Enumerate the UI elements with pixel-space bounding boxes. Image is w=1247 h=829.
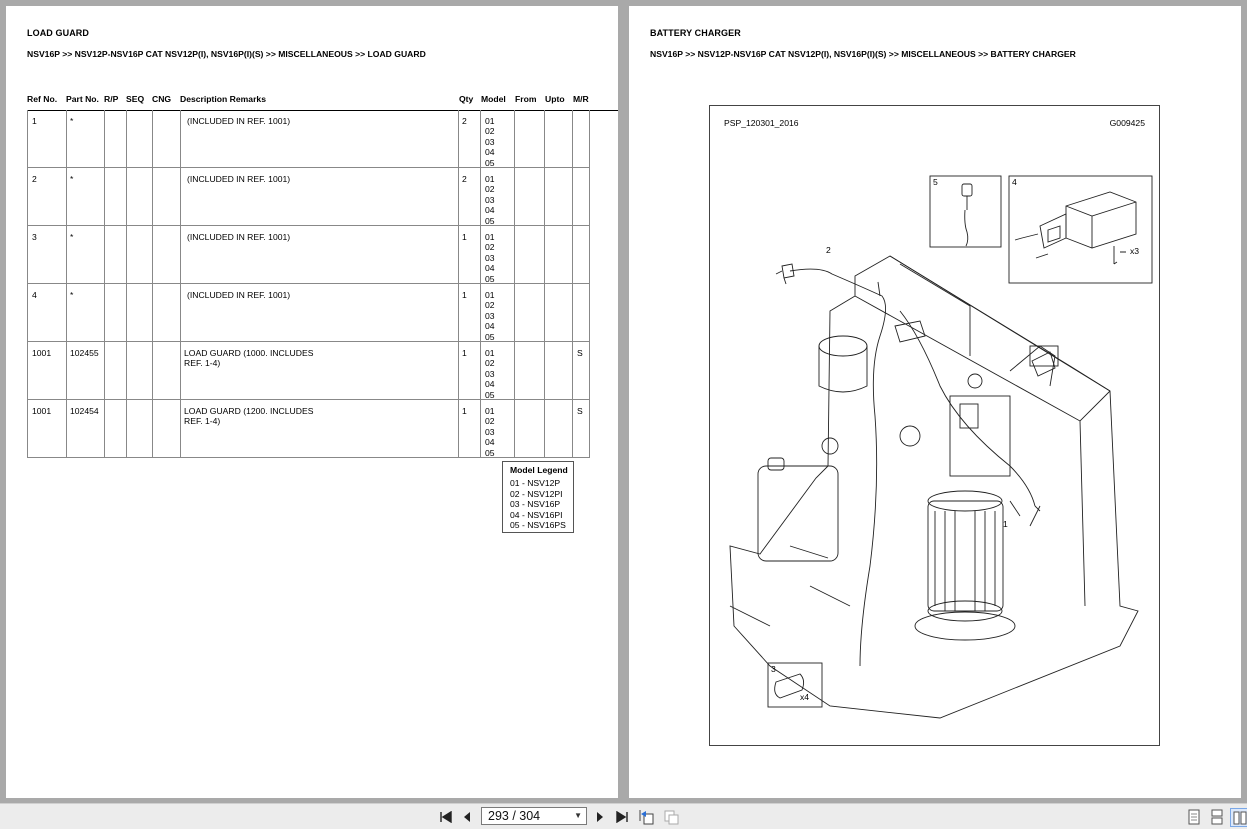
ref-no: 1001 bbox=[32, 348, 52, 358]
col-ref-no: Ref No. bbox=[27, 94, 58, 104]
continuous-view-icon[interactable] bbox=[1208, 808, 1226, 825]
col-qty: Qty bbox=[459, 94, 474, 104]
ref-no: 1001 bbox=[32, 406, 52, 416]
part-no: 102454 bbox=[70, 406, 99, 416]
table-row[interactable]: 1001 102455 LOAD GUARD (1000. INCLUDES R… bbox=[28, 342, 590, 400]
right-page: BATTERY CHARGER NSV16P >> NSV12P-NSV16P … bbox=[629, 6, 1241, 798]
part-no: * bbox=[70, 232, 74, 242]
model-list: 01 02 03 04 05 bbox=[485, 348, 495, 400]
legend-item: 04 - NSV16PI bbox=[510, 509, 563, 520]
model-list: 01 02 03 04 05 bbox=[485, 406, 495, 458]
col-part-no: Part No. bbox=[66, 94, 99, 104]
description: (INCLUDED IN REF. 1001) bbox=[187, 116, 291, 126]
callout-1: 1 bbox=[1003, 519, 1008, 529]
prev-page-icon[interactable] bbox=[458, 808, 476, 825]
ref-no: 4 bbox=[32, 290, 37, 300]
part-no: 102455 bbox=[70, 348, 99, 358]
legend-title: Model Legend bbox=[510, 465, 568, 475]
breadcrumb: NSV16P >> NSV12P-NSV16P CAT NSV12P(I), N… bbox=[650, 49, 1076, 59]
col-seq: SEQ bbox=[126, 94, 145, 104]
qty-mark-x4: x4 bbox=[800, 692, 809, 702]
back-view-icon[interactable] bbox=[638, 808, 656, 825]
col-rp: R/P bbox=[104, 94, 119, 104]
table-row[interactable]: 3 * (INCLUDED IN REF. 1001) 1 01 02 03 04 05 bbox=[28, 226, 590, 284]
last-page-icon[interactable] bbox=[613, 808, 631, 825]
model-list: 01 02 03 04 05 bbox=[485, 174, 495, 226]
legend-item: 03 - NSV16P bbox=[510, 499, 561, 510]
table-header: Ref No. Part No. R/P SEQ CNG Description… bbox=[27, 94, 618, 111]
ref-no: 3 bbox=[32, 232, 37, 242]
description: LOAD GUARD (1200. INCLUDES bbox=[184, 406, 314, 416]
col-description: Description Remarks bbox=[180, 94, 266, 104]
col-from: From bbox=[515, 94, 537, 104]
next-page-icon[interactable] bbox=[591, 808, 609, 825]
qty: 1 bbox=[462, 406, 467, 416]
legend-item: 05 - NSV16PS bbox=[510, 520, 566, 531]
page-title: LOAD GUARD bbox=[27, 28, 89, 38]
page-number-select[interactable]: 293 / 304 ▼ bbox=[481, 807, 587, 825]
part-no: * bbox=[70, 116, 74, 126]
qty: 1 bbox=[462, 290, 467, 300]
viewer-toolbar: 293 / 304 ▼ bbox=[0, 803, 1247, 829]
description: LOAD GUARD (1000. INCLUDES bbox=[184, 348, 314, 358]
callout-3: 3 bbox=[771, 664, 776, 674]
description: (INCLUDED IN REF. 1001) bbox=[187, 174, 291, 184]
col-cng: CNG bbox=[152, 94, 172, 104]
legend-item: 01 - NSV12P bbox=[510, 478, 561, 489]
col-model: Model bbox=[481, 94, 506, 104]
description-line2: REF. 1-4) bbox=[184, 416, 221, 427]
callout-5: 5 bbox=[933, 177, 938, 187]
table-row[interactable]: 2 * (INCLUDED IN REF. 1001) 2 01 02 03 04 05 bbox=[28, 168, 590, 226]
col-upto: Upto bbox=[545, 94, 565, 104]
callout-4: 4 bbox=[1012, 177, 1017, 187]
callout-2: 2 bbox=[826, 245, 831, 255]
mr: S bbox=[577, 406, 583, 416]
table-row[interactable]: 4 * (INCLUDED IN REF. 1001) 1 01 02 03 04 05 bbox=[28, 284, 590, 342]
parts-illustration: PSP_120301_2016 G009425 5 4 x3 2 1 3 x4 bbox=[709, 105, 1160, 746]
ref-no: 1 bbox=[32, 116, 37, 126]
mr: S bbox=[577, 348, 583, 358]
page-indicator: 293 / 304 bbox=[488, 809, 541, 823]
legend-item: 02 - NSV12PI bbox=[510, 488, 563, 499]
parts-table: 1 * (INCLUDED IN REF. 1001) 2 01 02 03 04 05… bbox=[27, 110, 590, 458]
description: (INCLUDED IN REF. 1001) bbox=[187, 290, 291, 300]
forward-view-icon[interactable] bbox=[662, 808, 680, 825]
qty: 1 bbox=[462, 232, 467, 242]
left-page: LOAD GUARD NSV16P >> NSV12P-NSV16P CAT N… bbox=[6, 6, 618, 798]
chevron-down-icon: ▼ bbox=[574, 811, 582, 820]
model-list: 01 02 03 04 05 bbox=[485, 290, 495, 342]
table-row[interactable]: 1001 102454 LOAD GUARD (1200. INCLUDES R… bbox=[28, 400, 590, 458]
ref-no: 2 bbox=[32, 174, 37, 184]
table-row[interactable]: 1 * (INCLUDED IN REF. 1001) 2 01 02 03 04 05 bbox=[28, 110, 590, 168]
description-line2: REF. 1-4) bbox=[184, 358, 221, 369]
qty-mark-x3: x3 bbox=[1130, 246, 1139, 256]
breadcrumb: NSV16P >> NSV12P-NSV16P CAT NSV12P(I), N… bbox=[27, 49, 426, 59]
part-no: * bbox=[70, 174, 74, 184]
first-page-icon[interactable] bbox=[437, 808, 455, 825]
single-page-view-icon[interactable] bbox=[1185, 808, 1203, 825]
qty: 2 bbox=[462, 116, 467, 126]
col-mr: M/R bbox=[573, 94, 589, 104]
page-title: BATTERY CHARGER bbox=[650, 28, 741, 38]
description: (INCLUDED IN REF. 1001) bbox=[187, 232, 291, 242]
qty: 1 bbox=[462, 348, 467, 358]
part-no: * bbox=[70, 290, 74, 300]
qty: 2 bbox=[462, 174, 467, 184]
model-legend: Model Legend 01 - NSV12P 02 - NSV12PI 03… bbox=[502, 461, 574, 533]
pallet-truck-drawing: 5 4 x3 2 1 3 x4 bbox=[729, 175, 1153, 719]
two-page-view-icon[interactable] bbox=[1230, 808, 1247, 827]
model-list: 01 02 03 04 05 bbox=[485, 232, 495, 284]
model-list: 01 02 03 04 05 bbox=[485, 116, 495, 168]
